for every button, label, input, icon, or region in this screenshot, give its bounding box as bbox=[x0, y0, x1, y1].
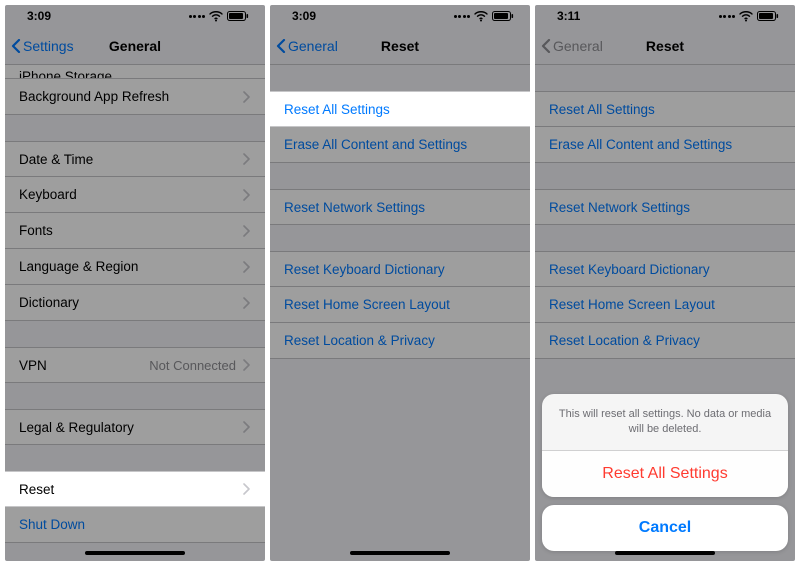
home-indicator[interactable] bbox=[615, 551, 715, 555]
status-time: 3:11 bbox=[557, 9, 580, 23]
chevron-right-icon bbox=[242, 91, 251, 103]
chevron-right-icon bbox=[242, 261, 251, 273]
status-bar: 3:09 bbox=[270, 5, 530, 27]
nav-bar: General Reset bbox=[270, 27, 530, 65]
row-vpn[interactable]: VPN Not Connected bbox=[5, 347, 265, 383]
row-reset-all-settings: Reset All Settings bbox=[535, 91, 795, 127]
status-bar: 3:09 bbox=[5, 5, 265, 27]
status-time: 3:09 bbox=[292, 9, 316, 23]
chevron-left-icon bbox=[11, 39, 21, 53]
row-legal-regulatory[interactable]: Legal & Regulatory bbox=[5, 409, 265, 445]
back-button[interactable]: General bbox=[276, 27, 338, 64]
row-fonts[interactable]: Fonts bbox=[5, 213, 265, 249]
battery-icon bbox=[492, 11, 514, 21]
wifi-icon bbox=[474, 10, 488, 22]
wifi-icon bbox=[209, 10, 223, 22]
row-dictionary[interactable]: Dictionary bbox=[5, 285, 265, 321]
row-reset-keyboard-dictionary[interactable]: Reset Keyboard Dictionary bbox=[270, 251, 530, 287]
row-shut-down[interactable]: Shut Down bbox=[5, 507, 265, 543]
row-reset-home-screen: Reset Home Screen Layout bbox=[535, 287, 795, 323]
cellular-icon bbox=[189, 15, 206, 18]
wifi-icon bbox=[739, 10, 753, 22]
battery-icon bbox=[227, 11, 249, 21]
row-language-region[interactable]: Language & Region bbox=[5, 249, 265, 285]
row-date-time[interactable]: Date & Time bbox=[5, 141, 265, 177]
row-erase-all-content: Erase All Content and Settings bbox=[535, 127, 795, 163]
back-label: General bbox=[553, 38, 603, 54]
back-label: Settings bbox=[23, 38, 74, 54]
back-button[interactable]: Settings bbox=[11, 27, 74, 64]
home-indicator[interactable] bbox=[85, 551, 185, 555]
back-button: General bbox=[541, 27, 603, 64]
row-reset-home-screen[interactable]: Reset Home Screen Layout bbox=[270, 287, 530, 323]
action-sheet: This will reset all settings. No data or… bbox=[542, 394, 788, 551]
reset-list[interactable]: Reset All Settings Erase All Content and… bbox=[270, 65, 530, 561]
home-indicator[interactable] bbox=[350, 551, 450, 555]
row-reset-location-privacy: Reset Location & Privacy bbox=[535, 323, 795, 359]
screenshot-reset-menu: 3:09 General Reset Reset All Settings Er… bbox=[270, 5, 530, 561]
nav-bar: Settings General bbox=[5, 27, 265, 65]
chevron-right-icon bbox=[242, 359, 251, 371]
chevron-right-icon bbox=[242, 189, 251, 201]
chevron-right-icon bbox=[242, 483, 251, 495]
chevron-right-icon bbox=[242, 297, 251, 309]
chevron-left-icon bbox=[276, 39, 286, 53]
action-reset-all-settings[interactable]: Reset All Settings bbox=[542, 451, 788, 497]
row-reset-location-privacy[interactable]: Reset Location & Privacy bbox=[270, 323, 530, 359]
row-keyboard[interactable]: Keyboard bbox=[5, 177, 265, 213]
row-reset[interactable]: Reset bbox=[5, 471, 265, 507]
chevron-right-icon bbox=[242, 225, 251, 237]
vpn-status: Not Connected bbox=[149, 358, 236, 373]
row-reset-keyboard-dictionary: Reset Keyboard Dictionary bbox=[535, 251, 795, 287]
status-bar: 3:11 bbox=[535, 5, 795, 27]
row-iphone-storage[interactable]: iPhone Storage bbox=[5, 65, 265, 79]
chevron-left-icon bbox=[541, 39, 551, 53]
row-reset-network: Reset Network Settings bbox=[535, 189, 795, 225]
cellular-icon bbox=[454, 15, 471, 18]
row-reset-network[interactable]: Reset Network Settings bbox=[270, 189, 530, 225]
screenshot-action-sheet: 3:11 General Reset Reset All Settings Er… bbox=[535, 5, 795, 561]
cellular-icon bbox=[719, 15, 736, 18]
cancel-button[interactable]: Cancel bbox=[542, 505, 788, 551]
chevron-right-icon bbox=[242, 153, 251, 165]
chevron-right-icon bbox=[242, 421, 251, 433]
screenshot-general-settings: 3:09 Settings General iPhone Storage Bac… bbox=[5, 5, 265, 561]
action-sheet-message: This will reset all settings. No data or… bbox=[542, 394, 788, 451]
settings-list[interactable]: iPhone Storage Background App Refresh Da… bbox=[5, 65, 265, 561]
row-background-app-refresh[interactable]: Background App Refresh bbox=[5, 79, 265, 115]
row-erase-all-content[interactable]: Erase All Content and Settings bbox=[270, 127, 530, 163]
back-label: General bbox=[288, 38, 338, 54]
status-time: 3:09 bbox=[27, 9, 51, 23]
battery-icon bbox=[757, 11, 779, 21]
row-reset-all-settings[interactable]: Reset All Settings bbox=[270, 91, 530, 127]
nav-bar: General Reset bbox=[535, 27, 795, 65]
